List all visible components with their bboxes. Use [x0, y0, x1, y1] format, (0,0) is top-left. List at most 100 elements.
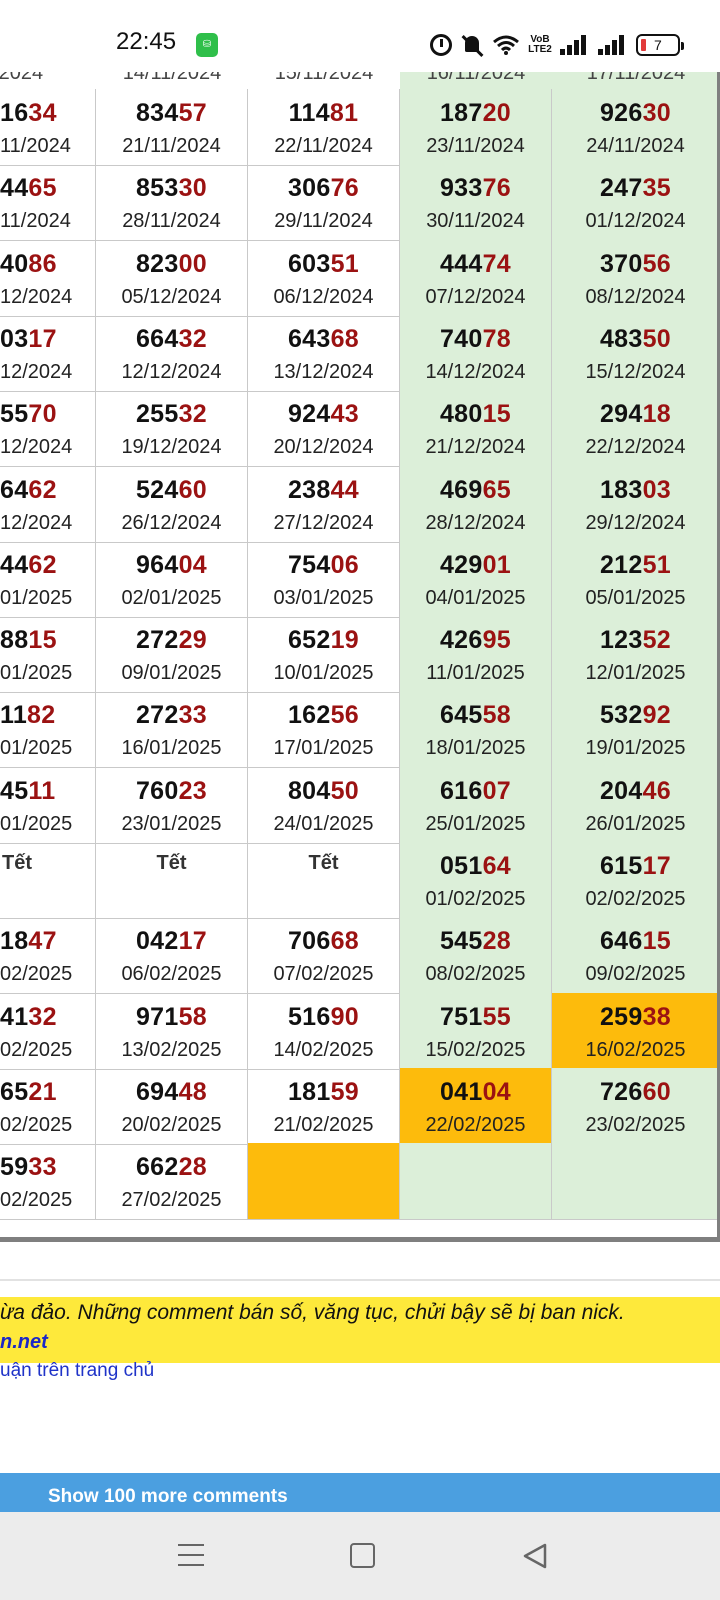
result-cell: 37056 08/12/2024	[552, 239, 720, 316]
home-discussion-link[interactable]: uận trên trang chủ	[0, 1360, 154, 1382]
draw-date: 11/2024	[0, 135, 71, 157]
number-prefix: 694	[135, 1077, 179, 1106]
result-number: 61517	[552, 852, 719, 881]
result-cell: 4132 02/2025	[0, 992, 96, 1069]
draw-date: 11/2024	[0, 210, 71, 233]
number-prefix: 429	[439, 550, 483, 579]
result-cell: 93376 30/11/2024	[400, 164, 552, 241]
result-cell: 05164 01/02/2025	[400, 842, 552, 918]
partial-date-cell: 14/11/2024	[96, 72, 248, 90]
result-number: 61607	[400, 777, 551, 806]
result-cell: 72660 23/02/2025	[552, 1067, 720, 1144]
menu-icon[interactable]	[178, 1544, 204, 1566]
result-number: 20446	[552, 777, 719, 806]
number-prefix: 123	[599, 626, 643, 655]
bell-off-icon	[460, 34, 484, 56]
result-cell: 83457 21/11/2024	[96, 89, 248, 165]
number-prefix: 114	[288, 99, 330, 127]
back-triangle-icon[interactable]	[522, 1542, 548, 1570]
partial-date: 14/11/2024	[122, 72, 222, 84]
draw-date: 14/12/2024	[425, 360, 526, 383]
site-link[interactable]: n.net	[0, 1331, 48, 1354]
number-prefix: 545	[439, 927, 483, 956]
draw-date: 22/12/2024	[585, 436, 686, 459]
result-number: 18159	[248, 1078, 399, 1107]
draw-date: 09/01/2025	[121, 662, 222, 685]
result-cell: 4462 01/2025	[0, 540, 96, 617]
result-number: 12352	[552, 626, 719, 655]
result-cell: 21251 05/01/2025	[552, 540, 720, 617]
draw-date: 02/01/2025	[121, 586, 222, 609]
number-prefix: 88	[0, 626, 29, 655]
status-icons: VoB LTE2 7	[430, 30, 684, 60]
partial-date: 1/2024	[0, 72, 44, 84]
table-row: 0317 12/2024 66432 12/12/2024 64368 13/12/202…	[0, 314, 720, 392]
draw-date: 22/02/2025	[425, 1113, 526, 1136]
number-prefix: 03	[0, 324, 29, 353]
result-number: 18720	[400, 99, 551, 128]
draw-date: 02/2025	[0, 963, 73, 986]
result-number: 0317	[0, 325, 95, 354]
result-number: 75406	[248, 551, 399, 580]
table-row: 6521 02/2025 69448 20/02/2025 18159 21/02/202…	[0, 1067, 720, 1145]
draw-date: 12/2024	[0, 285, 73, 308]
number-prefix: 212	[599, 550, 643, 579]
result-cell: 20446 26/01/2025	[552, 766, 720, 843]
home-square-icon[interactable]	[350, 1543, 375, 1568]
result-number: 76023	[96, 777, 247, 806]
number-last-two: 03	[642, 475, 672, 504]
result-number: 42901	[400, 551, 551, 580]
result-cell: 4511 01/2025	[0, 766, 96, 843]
table-bottom-border	[0, 1237, 720, 1242]
number-prefix: 16	[0, 99, 29, 127]
draw-date: 21/02/2025	[273, 1113, 374, 1136]
show-more-comments-button[interactable]: Show 100 more comments	[0, 1473, 720, 1513]
number-last-two: 38	[642, 1002, 672, 1031]
number-prefix: 294	[599, 400, 643, 429]
number-prefix: 181	[287, 1077, 331, 1106]
result-cell: 61607 25/01/2025	[400, 766, 552, 843]
result-cell: 48350 15/12/2024	[552, 314, 720, 391]
draw-date: 12/12/2024	[121, 360, 222, 383]
number-last-two: 64	[482, 852, 512, 880]
result-cell: 75155 15/02/2025	[400, 992, 552, 1069]
draw-date: 21/12/2024	[425, 436, 526, 459]
alarm-icon	[430, 34, 452, 56]
number-prefix: 469	[439, 475, 483, 504]
number-last-two: 15	[28, 626, 57, 655]
draw-date: 16/02/2025	[585, 1038, 686, 1061]
number-last-two: 60	[642, 1077, 672, 1106]
volte-label-bottom: LTE2	[528, 44, 552, 55]
number-prefix: 524	[135, 475, 179, 504]
result-number: 85330	[96, 174, 247, 203]
draw-date: 24/01/2025	[273, 812, 374, 835]
number-prefix: 051	[439, 852, 483, 880]
number-last-two: 59	[330, 1077, 360, 1106]
number-last-two: 32	[28, 1002, 57, 1031]
number-prefix: 926	[599, 99, 643, 127]
number-last-two: 44	[330, 475, 360, 504]
number-last-two: 56	[642, 249, 672, 278]
result-cell: 11481 22/11/2024	[248, 89, 400, 165]
table-row: 1182 01/2025 27233 16/01/2025 16256 17/01/202…	[0, 691, 720, 769]
result-number: 25938	[552, 1003, 719, 1032]
draw-date: 11/01/2025	[426, 662, 525, 685]
draw-date: 29/11/2024	[274, 210, 373, 233]
number-last-two: 28	[178, 1153, 208, 1182]
number-prefix: 751	[439, 1002, 483, 1031]
result-cell: Tết	[96, 842, 248, 918]
result-cell: 76023 23/01/2025	[96, 766, 248, 843]
wifi-icon	[492, 34, 520, 56]
result-cell: 51690 14/02/2025	[248, 992, 400, 1069]
table-row: 5570 12/2024 25532 19/12/2024 92443 20/12/202…	[0, 390, 720, 468]
number-prefix: 259	[599, 1002, 643, 1031]
result-number: 5570	[0, 400, 95, 429]
result-cell: 54528 08/02/2025	[400, 917, 552, 994]
number-last-two: 33	[28, 1153, 57, 1182]
number-prefix: 204	[599, 776, 643, 805]
result-number: 4511	[0, 777, 95, 806]
result-cell: 74078 14/12/2024	[400, 314, 552, 391]
partial-date-cell: 1/2024	[0, 72, 96, 90]
number-last-two: 58	[482, 701, 512, 730]
table-row-partial: 1/2024 14/11/2024 15/11/2024 16/11/2024 17/1…	[0, 72, 720, 90]
